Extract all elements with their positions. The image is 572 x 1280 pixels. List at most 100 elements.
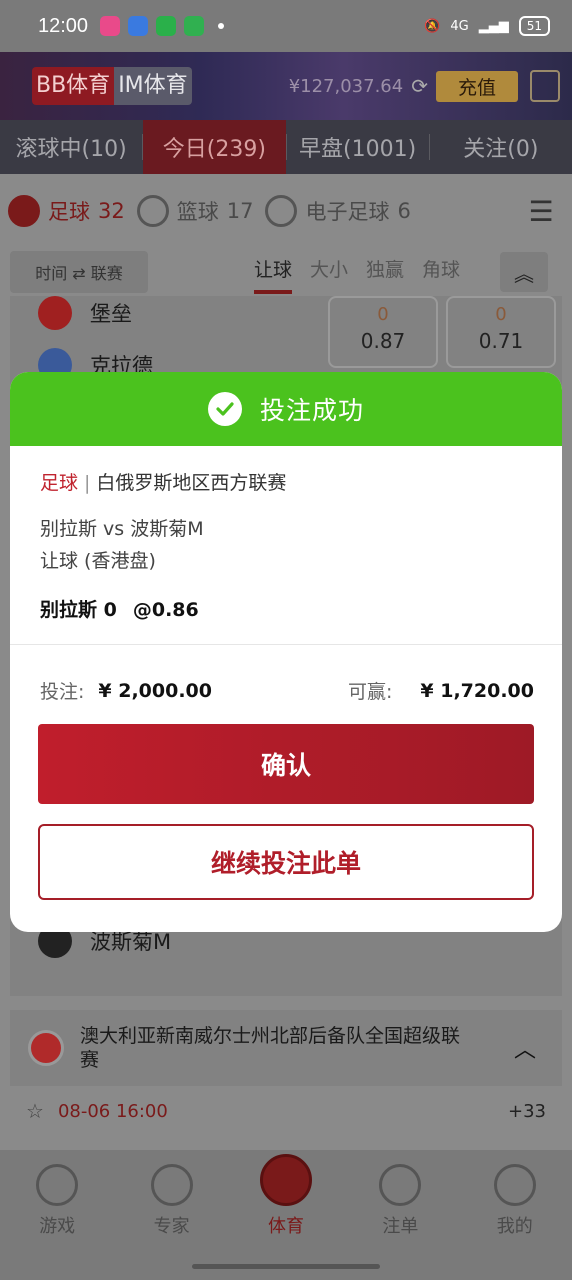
bet-success-dialog: 投注成功 足球 | 白俄罗斯地区西方联赛 别拉斯 vs 波斯菊M 让球 (香港盘) … — [10, 372, 562, 932]
continue-betting-button[interactable]: 继续投注此单 — [38, 824, 534, 900]
more-notifications-dot — [218, 23, 225, 29]
odds-button[interactable]: 0 0.87 — [328, 296, 438, 368]
check-circle-icon — [207, 392, 242, 426]
notification-icons — [100, 16, 225, 36]
efootball-icon — [265, 195, 298, 227]
market-tab-handicap[interactable]: 让球 — [254, 255, 293, 294]
brand-im[interactable]: IM体育 — [114, 67, 192, 105]
football-icon — [8, 195, 40, 227]
chevron-up-icon[interactable]: ︿ — [514, 1032, 536, 1064]
brand-bb[interactable]: BB体育 — [32, 67, 115, 105]
trophy-icon — [259, 1154, 312, 1206]
sport-basketball[interactable]: 篮球 17 — [136, 195, 254, 227]
nav-label: 游戏 — [39, 1216, 76, 1237]
fixture-date: 08-06 16:00 — [57, 1100, 168, 1122]
dialog-header: 投注成功 — [10, 372, 562, 446]
nav-bets[interactable]: 注单 — [355, 1164, 445, 1280]
market-bar: 时间 ⇄ 联赛 让球 大小 独赢 角球 ︽ — [0, 248, 572, 296]
win-label: 可赢: — [348, 681, 393, 703]
sport-label: 电子足球 — [305, 200, 390, 224]
sport-football[interactable]: 足球 32 — [8, 195, 125, 227]
bottom-nav: 游戏 专家 体育 注单 我的 — [0, 1150, 572, 1280]
sport-label: 足球 — [48, 200, 90, 224]
more-markets-link[interactable]: +33 — [508, 1101, 546, 1122]
profile-icon — [493, 1164, 536, 1206]
odds-line: 0 — [377, 304, 389, 325]
team-row: 堡垒 — [38, 296, 132, 330]
win-value: ¥ 1,720.00 — [420, 679, 534, 702]
tab-early[interactable]: 早盘(1001) — [287, 120, 429, 174]
period-tabs: 滚球中(10) 今日(239) 早盘(1001) 关注(0) — [0, 120, 572, 174]
market-tab-overunder[interactable]: 大小 — [310, 255, 348, 290]
confirm-button[interactable]: 确认 — [38, 724, 534, 804]
fixture-row[interactable]: ☆ 08-06 16:00 +33 — [10, 1088, 562, 1134]
bet-market: 让球 (香港盘) — [40, 550, 156, 572]
status-bar: 12:00 🔕 4G ▂▄▆ 51 — [0, 0, 572, 52]
app-header: BB体育 IM体育 ¥127,037.64 ⟳ 充值 — [0, 52, 572, 120]
bets-icon — [379, 1164, 422, 1206]
market-tabs: 让球 大小 独赢 角球 — [254, 255, 460, 294]
bet-league-line: 足球 | 白俄罗斯地区西方联赛 — [40, 468, 532, 495]
odds-line: 0 — [495, 304, 507, 325]
nav-label: 注单 — [382, 1216, 419, 1237]
separator: | — [84, 472, 91, 494]
bet-league: 白俄罗斯地区西方联赛 — [96, 472, 287, 494]
bet-odds: @0.86 — [132, 599, 199, 621]
sport-count: 6 — [397, 199, 411, 223]
bet-match-info: 别拉斯 vs 波斯菊M 让球 (香港盘) — [40, 513, 532, 577]
brand-switcher[interactable]: BB体育 IM体育 — [32, 67, 192, 105]
nav-label: 我的 — [496, 1216, 533, 1237]
odds-button[interactable]: 0 0.71 — [446, 296, 556, 368]
nav-profile[interactable]: 我的 — [470, 1164, 560, 1280]
battery-icon: 51 — [518, 16, 550, 36]
browser-app-icon — [128, 16, 149, 36]
nav-sports[interactable]: 体育 — [241, 1154, 331, 1280]
recharge-button[interactable]: 充值 — [435, 70, 518, 102]
home-indicator[interactable] — [192, 1264, 380, 1269]
store-app-icon — [156, 16, 177, 36]
status-right: 🔕 4G ▂▄▆ 51 — [424, 16, 550, 36]
tab-favorites[interactable]: 关注(0) — [430, 120, 572, 174]
signal-icon: ▂▄▆ — [478, 18, 509, 34]
tab-live[interactable]: 滚球中(10) — [0, 120, 142, 174]
team-name: 堡垒 — [90, 302, 132, 326]
league-logo-icon — [28, 1030, 64, 1066]
nav-label: 体育 — [267, 1216, 304, 1237]
refresh-icon[interactable]: ⟳ — [411, 74, 428, 98]
collapse-all-button[interactable]: ︽ — [500, 252, 548, 292]
sport-efootball[interactable]: 电子足球 6 — [265, 195, 411, 227]
messages-app-icon — [184, 16, 205, 36]
bet-pick: 别拉斯 0 @0.86 — [40, 595, 532, 622]
filter-icon[interactable]: ☰ — [510, 174, 572, 248]
dialog-title: 投注成功 — [259, 396, 364, 425]
bet-sport: 足球 — [40, 472, 79, 494]
odds-price: 0.87 — [360, 329, 406, 353]
nav-experts[interactable]: 专家 — [127, 1164, 217, 1280]
tab-today[interactable]: 今日(239) — [143, 120, 286, 174]
odds-price: 0.71 — [478, 329, 524, 353]
photos-app-icon — [100, 16, 121, 36]
team-crest-icon — [38, 296, 72, 330]
star-icon[interactable]: ☆ — [26, 1099, 44, 1123]
signal-label: 4G — [450, 18, 469, 34]
sport-bar: 足球 32 篮球 17 电子足球 6 ☰ — [0, 174, 572, 248]
stake-label: 投注: — [40, 681, 85, 703]
sort-toggle[interactable]: 时间 ⇄ 联赛 — [10, 251, 148, 293]
market-tab-corners[interactable]: 角球 — [422, 255, 460, 290]
mute-icon: 🔕 — [424, 18, 441, 34]
nav-label: 专家 — [153, 1216, 190, 1237]
document-icon[interactable] — [530, 70, 560, 102]
experts-icon — [150, 1164, 193, 1206]
sport-count: 32 — [98, 199, 125, 223]
league-name: 澳大利亚新南威尔士州北部后备队全国超级联赛 — [80, 1025, 461, 1071]
league-header[interactable]: 澳大利亚新南威尔士州北部后备队全国超级联赛 ︿ — [10, 1010, 562, 1086]
balance: ¥127,037.64 — [288, 75, 404, 97]
stake-value: ¥ 2,000.00 — [98, 679, 212, 702]
bet-selection: 别拉斯 0 — [40, 599, 117, 621]
bet-match: 别拉斯 vs 波斯菊M — [40, 518, 204, 540]
games-icon — [36, 1164, 79, 1206]
sport-count: 17 — [226, 199, 254, 223]
bet-details: 足球 | 白俄罗斯地区西方联赛 别拉斯 vs 波斯菊M 让球 (香港盘) 别拉斯 0… — [10, 446, 562, 622]
market-tab-moneyline[interactable]: 独赢 — [366, 255, 404, 290]
nav-games[interactable]: 游戏 — [12, 1164, 102, 1280]
